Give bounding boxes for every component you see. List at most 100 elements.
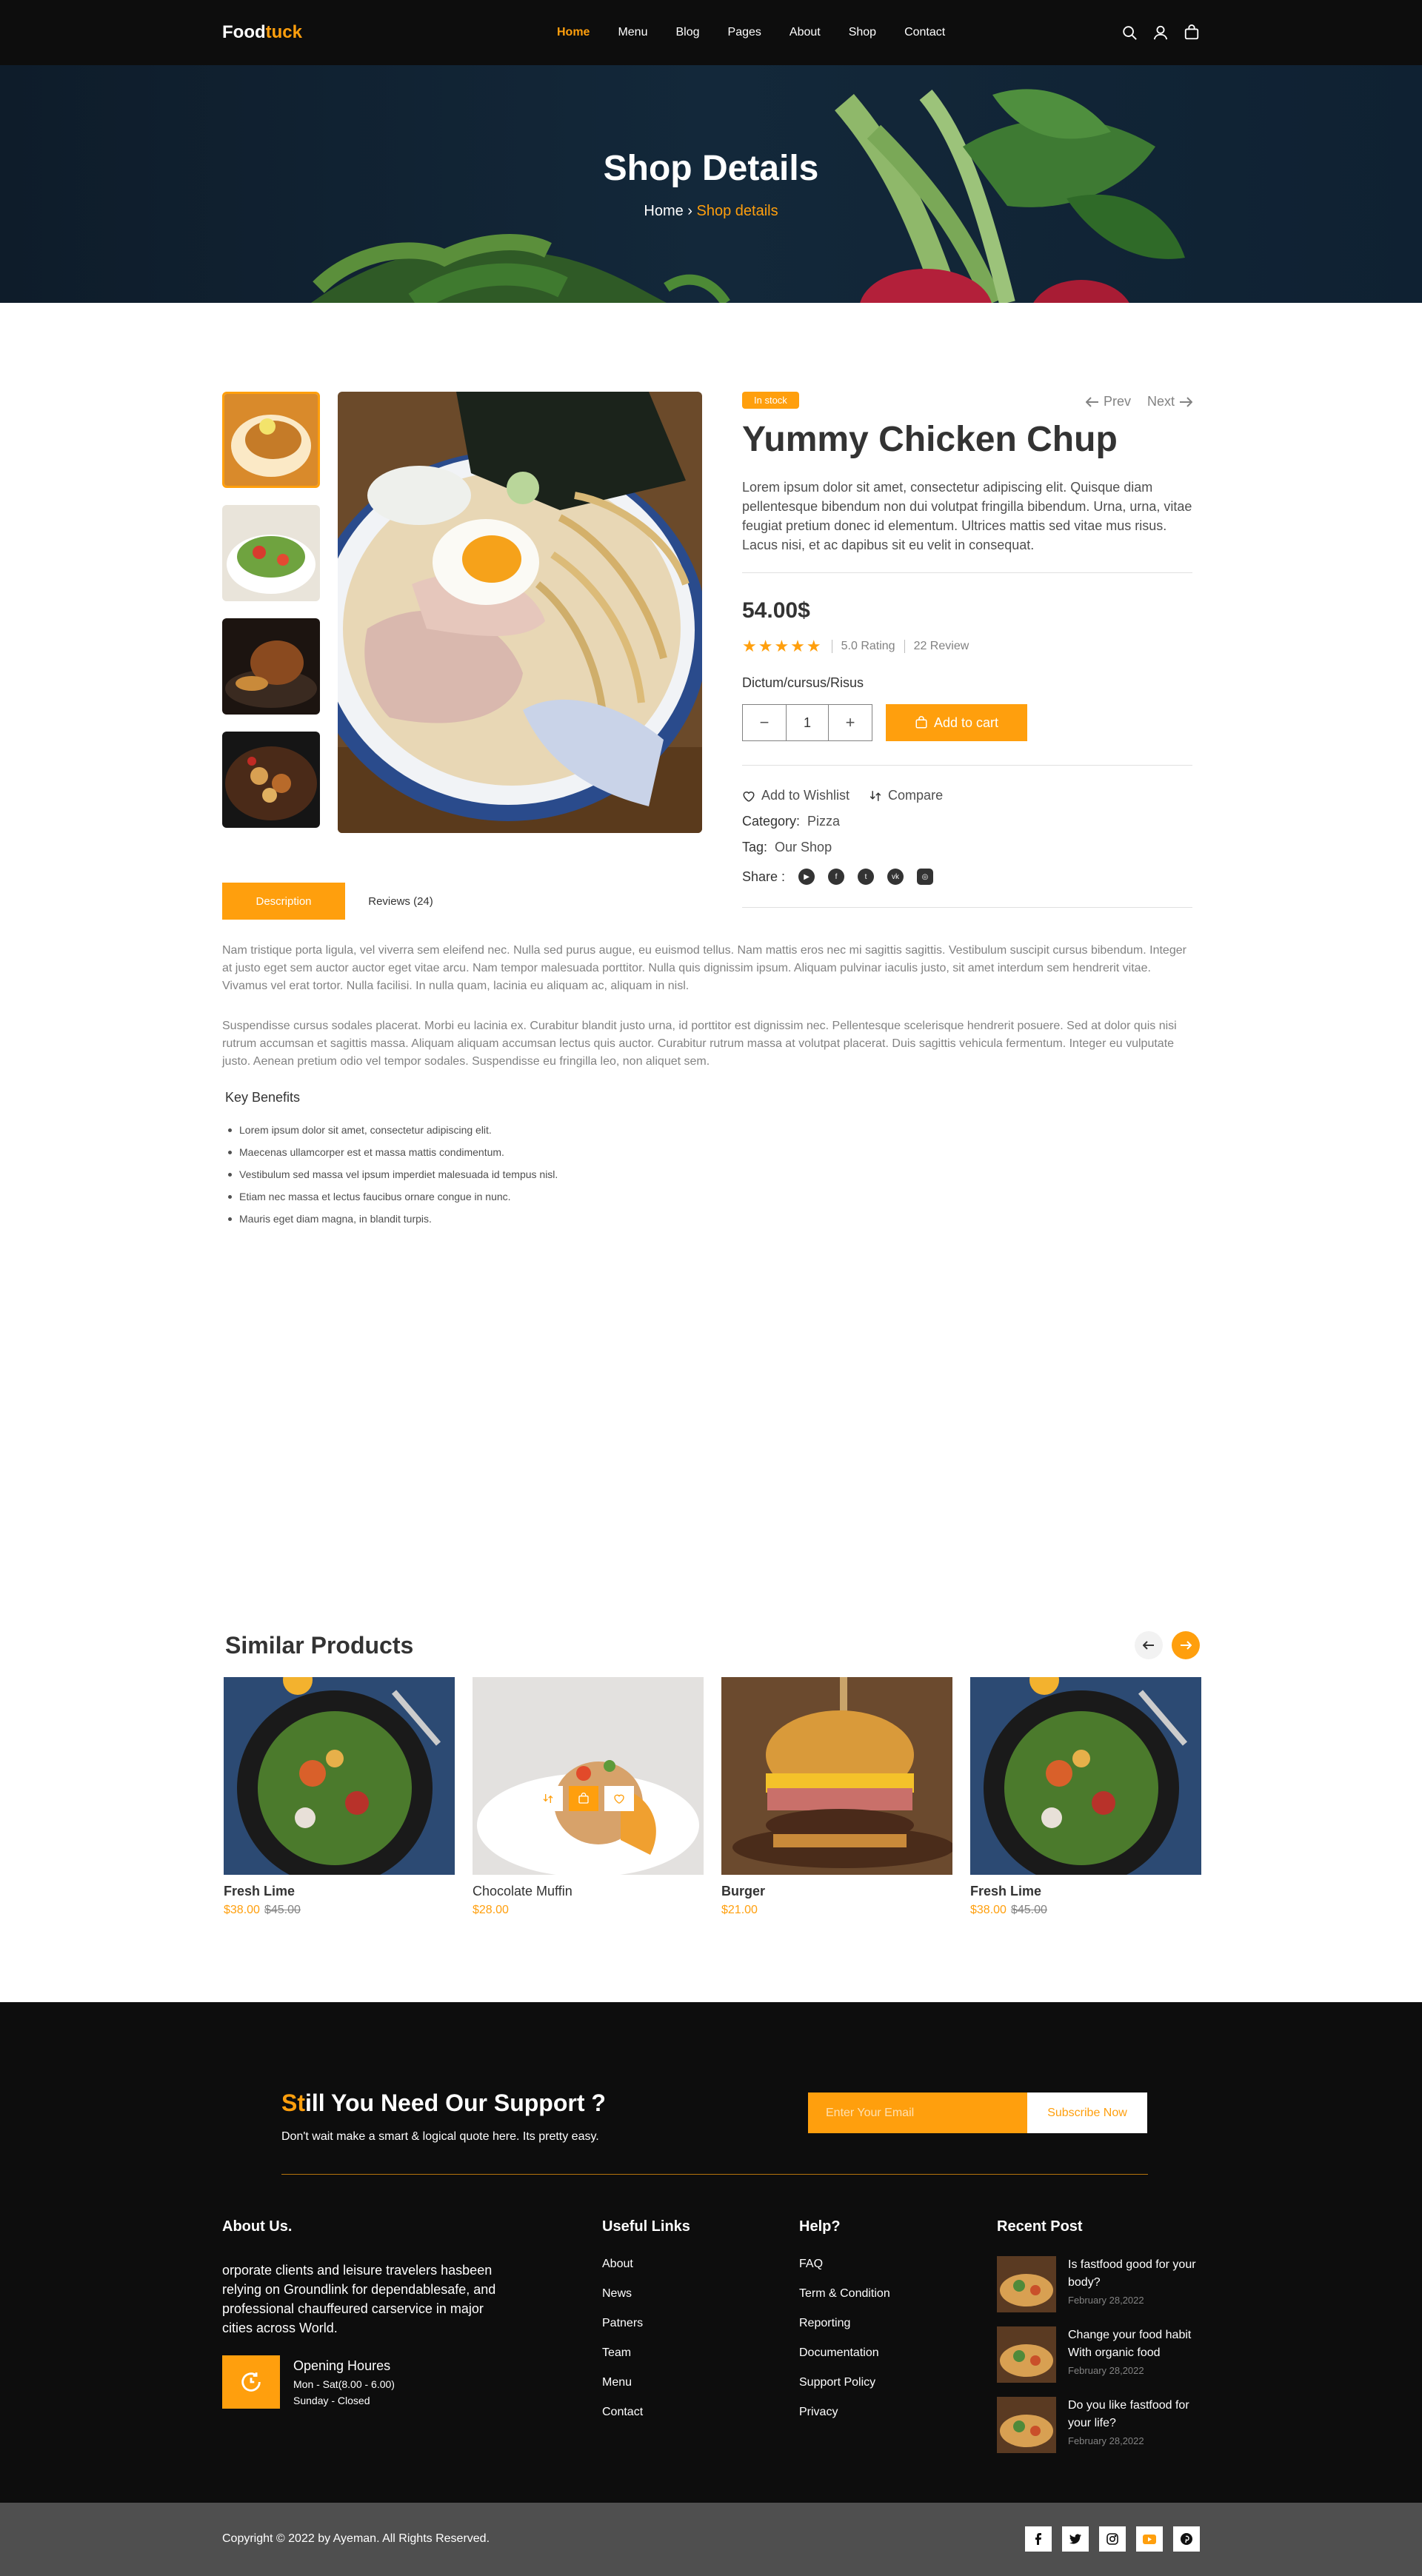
nav-about[interactable]: About — [790, 26, 821, 39]
carousel-arrows — [1135, 1631, 1200, 1659]
footer-link-team[interactable]: Team — [602, 2346, 690, 2376]
thumbnail-3[interactable] — [222, 618, 320, 715]
thumbnail-4[interactable] — [222, 732, 320, 828]
subscribe-button[interactable]: Subscribe Now — [1027, 2092, 1147, 2133]
user-icon[interactable] — [1152, 24, 1169, 41]
instagram-icon[interactable] — [1099, 2526, 1126, 2552]
footer-link-contact[interactable]: Contact — [602, 2406, 690, 2435]
product-section: In stock Prev Next Yummy Chicken Chup Lo… — [222, 303, 1200, 1225]
recent-post[interactable]: Is fastfood good for your body? February … — [997, 2256, 1201, 2312]
footer-link-patners[interactable]: Patners — [602, 2317, 690, 2346]
recent-post[interactable]: Change your food habit With organic food… — [997, 2326, 1201, 2383]
product-price: $21.00 — [721, 1904, 952, 1917]
product-name[interactable]: Fresh Lime — [224, 1884, 455, 1899]
nav-shop[interactable]: Shop — [849, 26, 876, 39]
breadcrumb-home[interactable]: Home — [644, 203, 683, 219]
recent-post[interactable]: Do you like fastfood for your life? Febru… — [997, 2397, 1201, 2453]
list-item: Lorem ipsum dolor sit amet, consectetur … — [228, 1119, 1200, 1141]
footer-link-documentation[interactable]: Documentation — [799, 2346, 890, 2376]
product-name[interactable]: Fresh Lime — [970, 1884, 1201, 1899]
youtube-icon[interactable] — [1136, 2526, 1163, 2552]
divider — [742, 765, 1192, 766]
footer-link-news[interactable]: News — [602, 2287, 690, 2317]
product-card[interactable]: Burger $21.00 — [721, 1677, 952, 1917]
nav-menu[interactable]: Menu — [618, 26, 647, 39]
add-to-cart-button[interactable]: Add to cart — [886, 704, 1027, 741]
email-input[interactable]: Enter Your Email — [808, 2092, 1027, 2133]
nav-pages[interactable]: Pages — [728, 26, 761, 39]
rating-label: 5.0 Rating — [841, 640, 895, 652]
old-price: $45.00 — [264, 1904, 301, 1916]
footer-link-terms[interactable]: Term & Condition — [799, 2287, 890, 2317]
arrow-right-icon — [1181, 1641, 1192, 1650]
pinterest-icon[interactable] — [1173, 2526, 1200, 2552]
facebook-icon[interactable] — [1025, 2526, 1052, 2552]
nav-blog[interactable]: Blog — [675, 26, 699, 39]
useful-links-title: Useful Links — [602, 2218, 690, 2235]
product-description: Lorem ipsum dolor sit amet, consectetur … — [742, 480, 1192, 552]
product-cards: Fresh Lime $38.00 $45.00 Chocolate Muffin… — [224, 1677, 1201, 1917]
tab-bar: Description Reviews (24) — [222, 883, 1200, 920]
heart-icon[interactable] — [604, 1786, 634, 1811]
main-nav: Home Menu Blog Pages About Shop Contact — [557, 26, 945, 39]
post-thumbnail — [997, 2397, 1056, 2453]
footer-link-reporting[interactable]: Reporting — [799, 2317, 890, 2346]
prev-link[interactable]: Prev — [1085, 394, 1131, 409]
footer-link-faq[interactable]: FAQ — [799, 2258, 890, 2287]
product-name[interactable]: Chocolate Muffin — [473, 1884, 704, 1899]
bag-icon[interactable] — [1184, 24, 1200, 41]
about-title: About Us. — [222, 2218, 293, 2235]
next-link[interactable]: Next — [1147, 394, 1192, 409]
footer-social-icons — [1025, 2526, 1200, 2552]
post-date: February 28,2022 — [1068, 2365, 1144, 2376]
post-title: Is fastfood good for your body? — [1068, 2258, 1196, 2289]
category-value[interactable]: Pizza — [807, 814, 840, 829]
product-title: Yummy Chicken Chup — [742, 420, 1118, 459]
carousel-prev-button[interactable] — [1135, 1631, 1163, 1659]
tag-value[interactable]: Our Shop — [775, 840, 832, 855]
bag-icon — [915, 716, 927, 729]
quantity-value[interactable]: 1 — [786, 705, 829, 740]
tag-label: Tag: — [742, 840, 768, 854]
nav-home[interactable]: Home — [557, 26, 590, 39]
search-icon[interactable] — [1121, 24, 1138, 41]
benefits-list: Lorem ipsum dolor sit amet, consectetur … — [228, 1119, 1200, 1230]
list-item: Mauris eget diam magna, in blandit turpi… — [228, 1208, 1200, 1230]
decrement-button[interactable]: − — [743, 705, 786, 740]
tab-description[interactable]: Description — [222, 883, 345, 920]
product-image — [970, 1677, 1201, 1875]
hours-sunday: Sunday - Closed — [293, 2394, 370, 2406]
product-name[interactable]: Burger — [721, 1884, 952, 1899]
compare-link[interactable]: Compare — [869, 788, 943, 803]
footer-link-menu[interactable]: Menu — [602, 2376, 690, 2406]
recent-post-title: Recent Post — [997, 2218, 1083, 2235]
twitter-icon[interactable] — [1062, 2526, 1089, 2552]
hero-banner: Shop Details Home › Shop details — [0, 65, 1422, 303]
list-item: Vestibulum sed massa vel ipsum imperdiet… — [228, 1163, 1200, 1185]
footer-link-privacy[interactable]: Privacy — [799, 2406, 890, 2435]
thumbnail-1[interactable] — [222, 392, 320, 488]
clock-icon — [222, 2355, 280, 2409]
increment-button[interactable]: + — [829, 705, 872, 740]
breadcrumb: Home › Shop details — [0, 203, 1422, 220]
copyright-text: Copyright © 2022 by Ayeman. All Rights R… — [222, 2532, 490, 2545]
product-card[interactable]: Fresh Lime $38.00 $45.00 — [224, 1677, 455, 1917]
product-card[interactable]: Fresh Lime $38.00 $45.00 — [970, 1677, 1201, 1917]
top-navbar: Foodtuck Home Menu Blog Pages About Shop… — [0, 0, 1422, 65]
carousel-next-button[interactable] — [1172, 1631, 1200, 1659]
tab-reviews[interactable]: Reviews (24) — [345, 883, 456, 920]
quantity-stepper: − 1 + — [742, 704, 872, 741]
stock-badge: In stock — [742, 392, 799, 409]
arrow-left-icon — [1143, 1641, 1154, 1650]
thumbnail-2[interactable] — [222, 505, 320, 601]
logo[interactable]: Foodtuck — [222, 22, 302, 43]
compare-icon[interactable] — [533, 1786, 563, 1811]
product-card[interactable]: Chocolate Muffin $28.00 — [473, 1677, 704, 1917]
footer-link-about[interactable]: About — [602, 2258, 690, 2287]
subscribe-form: Enter Your Email Subscribe Now — [808, 2092, 1147, 2133]
bag-icon[interactable] — [569, 1786, 598, 1811]
nav-contact[interactable]: Contact — [904, 26, 945, 39]
review-count[interactable]: 22 Review — [914, 640, 969, 653]
footer-link-support-policy[interactable]: Support Policy — [799, 2376, 890, 2406]
add-to-wishlist-link[interactable]: Add to Wishlist — [742, 788, 849, 803]
